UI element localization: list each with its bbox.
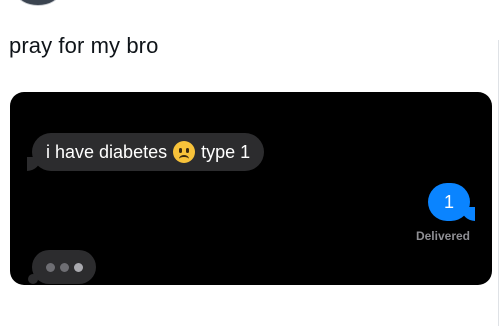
- divider: [498, 40, 499, 326]
- incoming-message-text-start: i have diabetes: [46, 142, 168, 162]
- typing-dot-icon: [73, 262, 83, 272]
- typing-indicator: [28, 250, 96, 284]
- outgoing-message-bubble: 1: [428, 183, 475, 221]
- media-screenshot[interactable]: i have diabetes type 1 1 Delivered: [10, 92, 492, 285]
- delivery-status: Delivered: [415, 229, 470, 243]
- typing-dot-icon: [45, 262, 55, 272]
- incoming-message-text-end: type 1: [201, 142, 251, 162]
- outgoing-message-text: 1: [443, 192, 454, 212]
- typing-dot-icon: [59, 262, 69, 272]
- post-text: pray for my bro: [9, 33, 159, 58]
- sad-face-icon: [173, 141, 196, 163]
- avatar[interactable]: [16, 0, 60, 6]
- incoming-message-bubble: i have diabetes type 1: [26, 133, 265, 171]
